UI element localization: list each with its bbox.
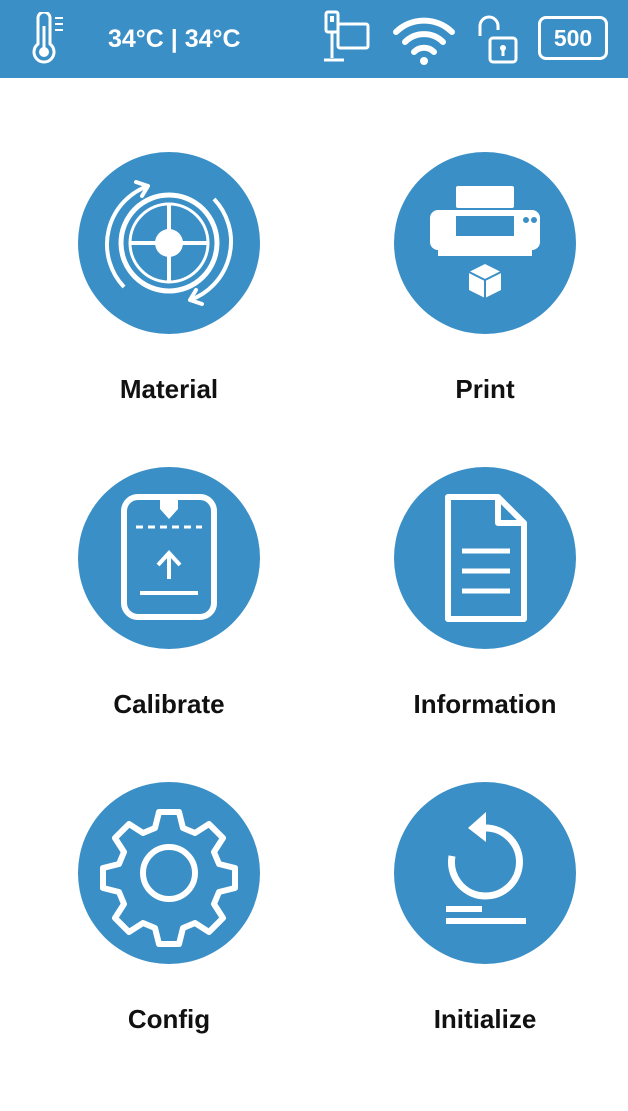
status-bar: 34°C | 34°C 500 bbox=[0, 0, 628, 78]
thermometer-icon bbox=[28, 10, 76, 66]
calibrate-icon bbox=[121, 494, 217, 620]
menu-item-print[interactable]: Print bbox=[355, 152, 615, 432]
material-rotate-icon bbox=[105, 180, 233, 306]
initialize-button[interactable] bbox=[394, 782, 576, 964]
menu-label-material: Material bbox=[119, 374, 219, 404]
temperature-readout: 34°C | 34°C bbox=[108, 25, 241, 53]
calibrate-button[interactable] bbox=[78, 467, 260, 649]
material-button[interactable] bbox=[78, 152, 260, 334]
menu-item-initialize[interactable]: Initialize bbox=[355, 782, 615, 1062]
network-icon[interactable] bbox=[322, 10, 372, 68]
menu-label-calibrate: Calibrate bbox=[113, 689, 225, 719]
gear-icon bbox=[100, 809, 238, 947]
menu-label-config: Config bbox=[127, 1004, 211, 1034]
menu-label-print: Print bbox=[455, 374, 515, 404]
counter-badge[interactable]: 500 bbox=[538, 16, 608, 60]
menu-item-calibrate[interactable]: Calibrate bbox=[39, 467, 299, 747]
menu-label-information: Information bbox=[413, 689, 557, 719]
information-button[interactable] bbox=[394, 467, 576, 649]
print-button[interactable] bbox=[394, 152, 576, 334]
unlock-icon[interactable] bbox=[474, 14, 520, 66]
menu-item-material[interactable]: Material bbox=[39, 152, 299, 432]
document-icon bbox=[445, 494, 527, 622]
menu-label-initialize: Initialize bbox=[433, 1004, 537, 1034]
menu-item-information[interactable]: Information bbox=[355, 467, 615, 747]
printer-icon bbox=[430, 186, 540, 298]
reset-icon bbox=[446, 812, 526, 924]
config-button[interactable] bbox=[78, 782, 260, 964]
wifi-icon[interactable] bbox=[392, 14, 456, 66]
menu-item-config[interactable]: Config bbox=[39, 782, 299, 1062]
